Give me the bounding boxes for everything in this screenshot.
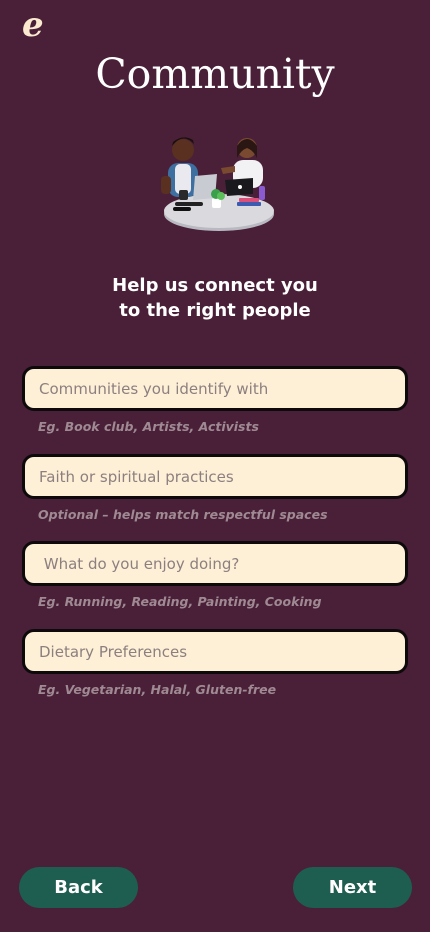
subtitle-line-2: to the right people [119,300,311,321]
communities-field-group: Eg. Book club, Artists, Activists [22,366,408,435]
hobbies-hint: Eg. Running, Reading, Painting, Cooking [38,594,322,609]
communities-hint: Eg. Book club, Artists, Activists [38,419,259,434]
page-subtitle: Help us connect you to the right people [0,273,430,323]
dietary-hint: Eg. Vegetarian, Halal, Gluten-free [38,682,277,697]
next-button[interactable]: Next [293,867,412,908]
faith-input[interactable] [22,454,408,499]
hobbies-input[interactable] [22,541,408,586]
faith-field-group: Optional – helps match respectful spaces [22,454,408,523]
subtitle-line-1: Help us connect you [112,275,318,296]
faith-hint: Optional – helps match respectful spaces [38,507,328,522]
back-button[interactable]: Back [19,867,138,908]
app-logo: e [22,5,44,45]
page-title: Community [95,50,335,98]
communities-input[interactable] [22,366,408,411]
dietary-input[interactable] [22,629,408,674]
people-working-illustration [161,137,274,231]
dietary-field-group: Eg. Vegetarian, Halal, Gluten-free [22,629,408,698]
hobbies-field-group: Eg. Running, Reading, Painting, Cooking [22,541,408,610]
